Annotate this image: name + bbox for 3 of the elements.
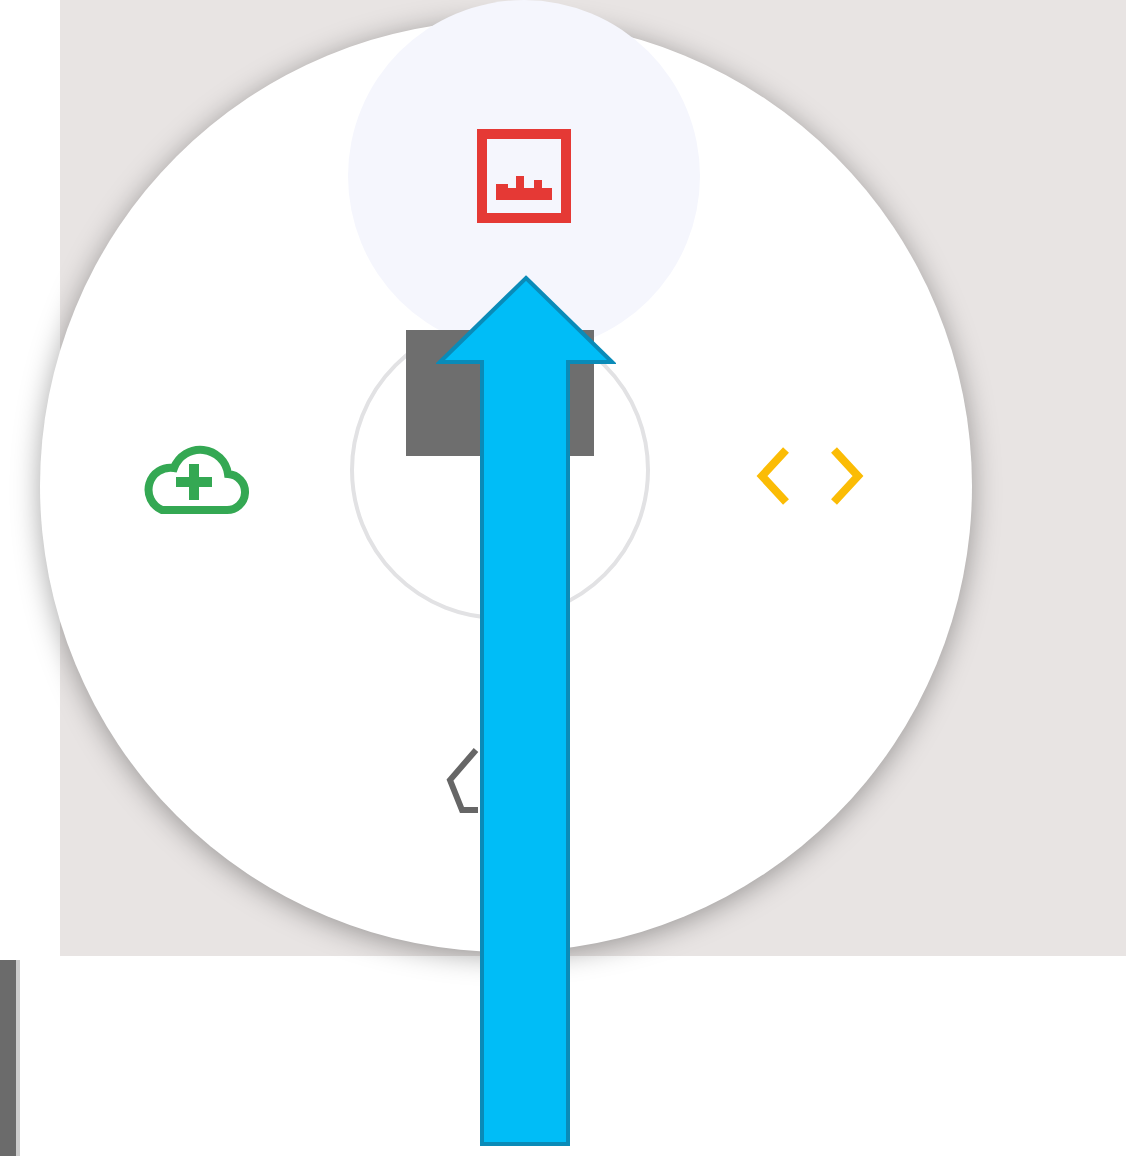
pencil-icon xyxy=(444,746,480,814)
image-icon xyxy=(476,128,572,224)
code-icon xyxy=(754,444,866,508)
